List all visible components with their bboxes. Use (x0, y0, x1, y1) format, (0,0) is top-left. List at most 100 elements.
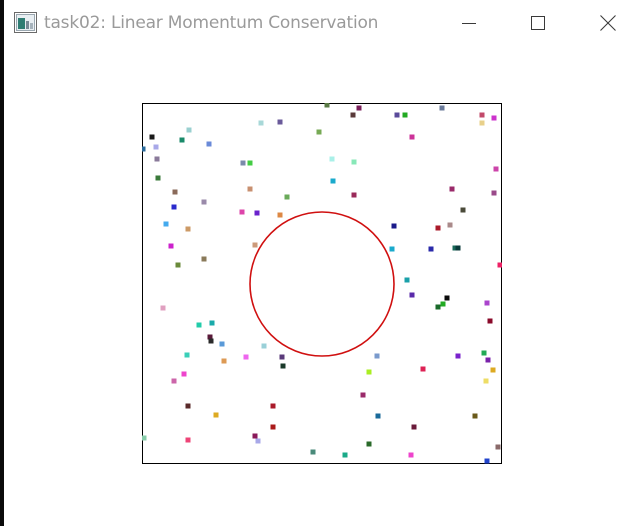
particle (172, 189, 178, 195)
particle (483, 378, 489, 384)
particle (366, 369, 372, 375)
particle (428, 246, 434, 252)
particle (495, 444, 501, 450)
particle (389, 246, 395, 252)
close-button[interactable] (573, 0, 643, 46)
particle (171, 378, 177, 384)
particle (247, 186, 253, 192)
particle (252, 433, 258, 439)
simulation-boundary (142, 103, 502, 464)
particle (402, 112, 408, 118)
particle (409, 134, 415, 140)
particle (484, 458, 490, 464)
maximize-icon (531, 16, 545, 30)
particle (258, 120, 264, 126)
particle (485, 357, 491, 363)
particle (493, 166, 499, 172)
particle (411, 424, 417, 430)
particle (404, 277, 410, 283)
particle (247, 160, 253, 166)
particle (350, 112, 356, 118)
particle (280, 363, 286, 369)
particle (209, 320, 215, 326)
particle (221, 358, 227, 364)
particle (270, 424, 276, 430)
particle (487, 318, 493, 324)
particle (491, 115, 497, 121)
particle (154, 156, 160, 162)
particle (181, 371, 187, 377)
particle (316, 129, 322, 135)
particle (324, 103, 330, 108)
particle (284, 194, 290, 200)
particle (213, 412, 219, 418)
minimize-icon (462, 23, 476, 24)
particle (490, 367, 496, 373)
particle (460, 207, 466, 213)
particle (497, 262, 502, 268)
particle (330, 178, 336, 184)
particle (440, 301, 446, 307)
minimize-button[interactable] (434, 0, 504, 46)
particle (435, 304, 441, 310)
window-title: task02: Linear Momentum Conservation (44, 13, 379, 33)
particle (455, 353, 461, 359)
particle (171, 204, 177, 210)
particle (491, 190, 497, 196)
particle (201, 256, 207, 262)
particle (153, 144, 159, 150)
particle (408, 452, 414, 458)
particle (208, 338, 214, 344)
particle (375, 413, 381, 419)
particle (277, 119, 283, 125)
particle (239, 209, 245, 215)
particle (168, 243, 174, 249)
particle (243, 354, 249, 360)
particle (185, 403, 191, 409)
particle (329, 156, 335, 162)
title-bar[interactable]: task02: Linear Momentum Conservation (4, 0, 643, 46)
particle (254, 210, 260, 216)
particle (160, 305, 166, 311)
particle (279, 354, 285, 360)
particle (163, 221, 169, 227)
particle (374, 353, 380, 359)
particle (409, 292, 415, 298)
particle (277, 212, 283, 218)
particle (186, 127, 192, 133)
particle (342, 452, 348, 458)
particle (447, 222, 453, 228)
particle (360, 392, 366, 398)
particle (179, 137, 185, 143)
particle (252, 242, 258, 248)
particle (391, 223, 397, 229)
particle (455, 245, 461, 251)
particle (449, 186, 455, 192)
particle (142, 146, 146, 152)
particle (351, 192, 357, 198)
particle (394, 112, 400, 118)
particle (261, 343, 267, 349)
particle (196, 322, 202, 328)
particle (351, 159, 357, 165)
particle (240, 160, 246, 166)
particle (356, 105, 362, 111)
particle (435, 225, 441, 231)
particle (310, 449, 316, 455)
window-app-icon (14, 12, 38, 34)
particle (444, 295, 450, 301)
particle (206, 141, 212, 147)
particle (439, 105, 445, 111)
particle (481, 350, 487, 356)
particle (219, 341, 225, 347)
maximize-button[interactable] (503, 0, 573, 46)
particle (149, 134, 155, 140)
particle (479, 120, 485, 126)
particle (472, 413, 478, 419)
particle (185, 226, 191, 232)
particle (184, 352, 190, 358)
particle (155, 175, 161, 181)
application-window: task02: Linear Momentum Conservation (0, 0, 643, 526)
particle (201, 199, 207, 205)
particle (142, 435, 147, 441)
